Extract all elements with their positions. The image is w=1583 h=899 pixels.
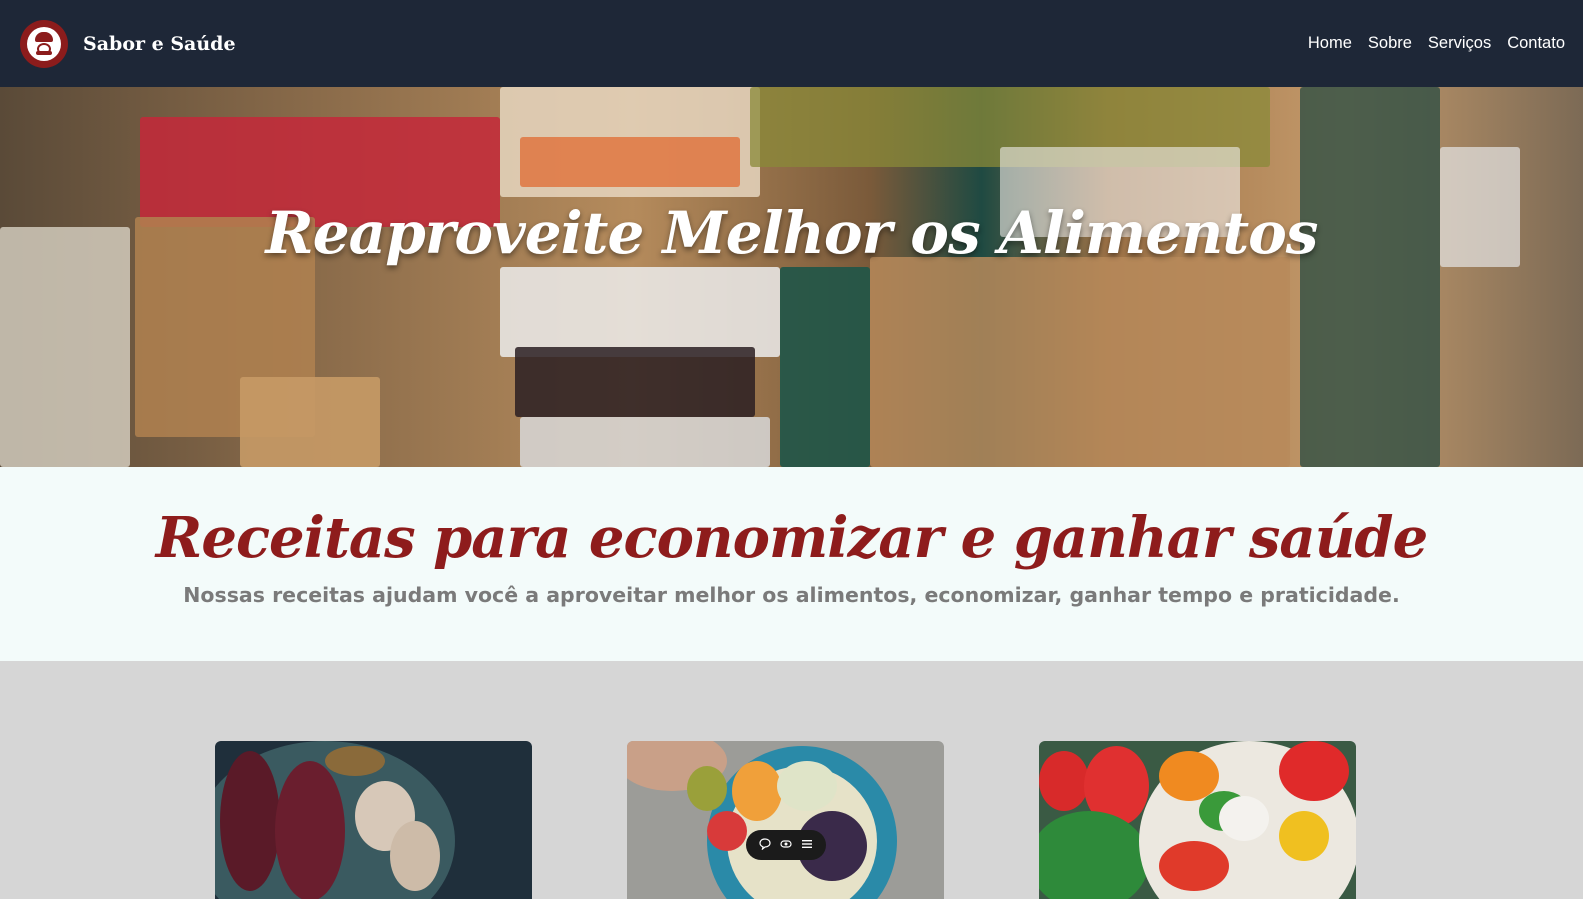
nav-sobre-link[interactable]: Sobre xyxy=(1368,34,1412,53)
recipe-card-2[interactable] xyxy=(627,741,944,899)
salad-plate-olive-oil-image xyxy=(627,741,944,899)
floating-toolbar xyxy=(746,830,826,860)
top-navbar: Sabor e Saúde Home Sobre Serviços Contat… xyxy=(0,0,1583,87)
intro-section: Receitas para economizar e ganhar saúde … xyxy=(0,467,1583,661)
nav-servicos-link[interactable]: Serviços xyxy=(1428,34,1491,53)
eye-icon[interactable] xyxy=(777,838,795,853)
intro-title: Receitas para economizar e ganhar saúde xyxy=(155,505,1428,571)
brand-name[interactable]: Sabor e Saúde xyxy=(83,33,236,55)
recipe-card-3[interactable] xyxy=(1039,741,1356,899)
hero-banner: Reaproveite Melhor os Alimentos xyxy=(0,87,1583,467)
brand[interactable]: Sabor e Saúde xyxy=(20,19,236,68)
nav-links: Home Sobre Serviços Contato xyxy=(1308,34,1565,53)
tomato-pepper-salad-image xyxy=(1039,741,1356,899)
beets-garlic-bowl-image xyxy=(215,741,532,899)
recipe-card-1[interactable] xyxy=(215,741,532,899)
chef-logo-icon[interactable] xyxy=(20,19,68,68)
menu-icon[interactable] xyxy=(798,838,816,853)
intro-subtitle: Nossas receitas ajudam você a aproveitar… xyxy=(183,583,1400,607)
nav-contato-link[interactable]: Contato xyxy=(1507,34,1565,53)
nav-home-link[interactable]: Home xyxy=(1308,34,1352,53)
comment-icon[interactable] xyxy=(756,837,774,853)
hero-title: Reaproveite Melhor os Alimentos xyxy=(265,199,1319,267)
